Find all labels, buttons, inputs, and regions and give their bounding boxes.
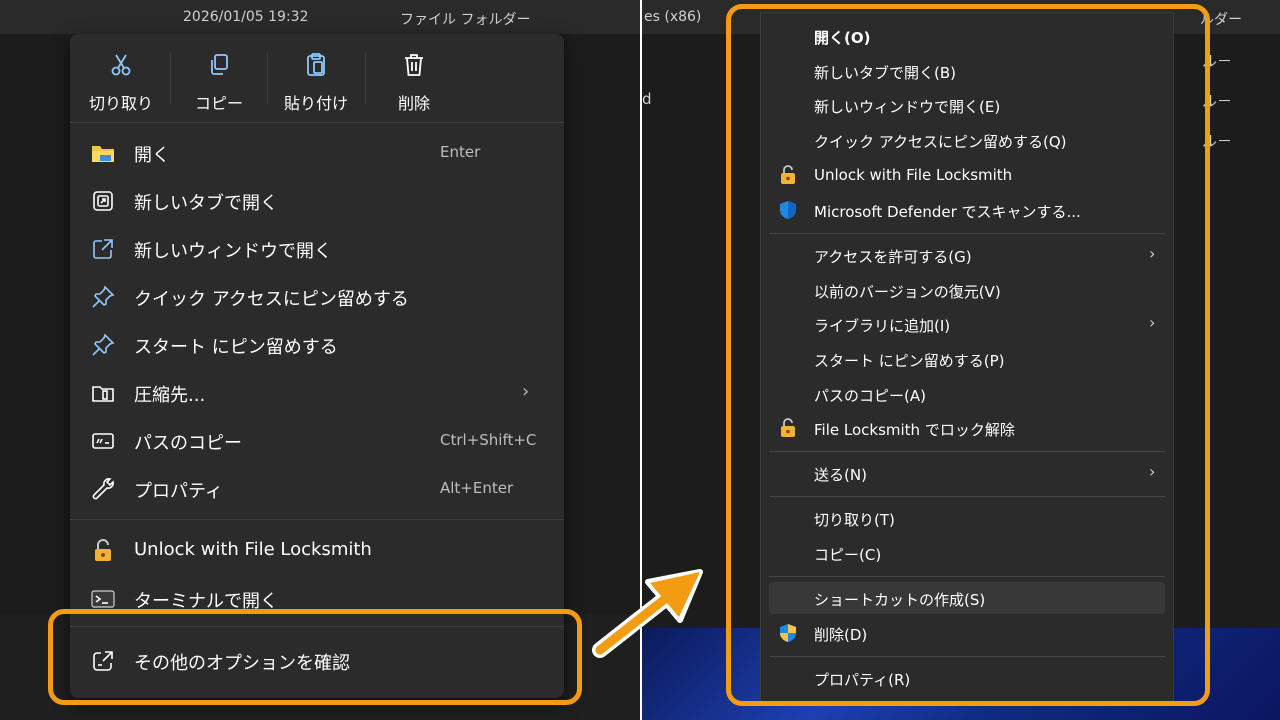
win11-context-menu: 切り取り コピー 貼り付け 削除 開く Enter 新しいタブで開く 新しいウィ… <box>70 34 564 698</box>
compress-icon <box>90 380 116 406</box>
menu-item-open[interactable]: 開く Enter <box>78 130 556 174</box>
paste-label: 貼り付け <box>283 94 348 113</box>
left-explorer-window: 2026/01/05 19:32 ファイル フォルダー 切り取り コピー 貼り付… <box>0 0 640 720</box>
quick-action-bar: 切り取り コピー 貼り付け 削除 <box>70 34 564 122</box>
file-name-fragment: d <box>642 90 652 108</box>
copy-label: コピー <box>194 94 243 113</box>
menu-item-copy-path[interactable]: パスのコピー Ctrl+Shift+C <box>78 418 556 462</box>
pin-quick-access-label: クイック アクセスにピン留めする <box>134 289 409 310</box>
paste-icon <box>267 52 365 78</box>
open-new-tab-label: 新しいタブで開く <box>134 193 278 214</box>
menu-item-open-new-window[interactable]: 新しいウィンドウで開く <box>78 226 556 270</box>
unlock-locksmith-label: Unlock with File Locksmith <box>134 539 372 560</box>
file-list-header-row: 2026/01/05 19:32 ファイル フォルダー <box>0 0 640 34</box>
menu-item-pin-quick-access[interactable]: クイック アクセスにピン留めする <box>78 274 556 318</box>
new-tab-icon <box>90 188 116 214</box>
file-modified-date: 2026/01/05 19:32 <box>183 9 309 25</box>
wrench-icon <box>90 476 116 502</box>
properties-shortcut: Alt+Enter <box>440 479 514 497</box>
right-explorer-window: es (x86) ルダー d ル－ ル－ ル－ 開く(O) 新しいタブで開く(B… <box>642 0 1280 720</box>
copy-icon <box>170 52 268 78</box>
folder-name-fragment: es (x86) <box>644 9 702 25</box>
cut-label: 切り取り <box>88 94 153 113</box>
delete-button[interactable]: 削除 <box>365 34 463 122</box>
compress-label: 圧縮先... <box>134 385 206 406</box>
highlight-frame-more-options <box>48 609 582 705</box>
pin-icon <box>90 284 116 310</box>
menu-separator <box>70 519 564 520</box>
pin-icon <box>90 332 116 358</box>
highlight-frame-classic-menu <box>726 4 1210 706</box>
chevron-right-icon: › <box>522 381 530 402</box>
menu-item-properties[interactable]: プロパティ Alt+Enter <box>78 466 556 510</box>
new-window-icon <box>90 236 116 262</box>
file-type: ファイル フォルダー <box>400 12 531 28</box>
copy-path-label: パスのコピー <box>134 433 242 454</box>
menu-item-unlock-locksmith[interactable]: Unlock with File Locksmith <box>78 528 556 572</box>
trash-icon <box>365 52 463 78</box>
unlock-icon <box>90 538 116 564</box>
menu-separator <box>70 122 564 123</box>
open-label: 開く <box>134 145 170 166</box>
cut-button[interactable]: 切り取り <box>72 34 170 122</box>
folder-icon <box>90 140 116 166</box>
copy-button[interactable]: コピー <box>170 34 268 122</box>
delete-label: 削除 <box>397 94 430 113</box>
properties-label: プロパティ <box>134 481 223 502</box>
menu-item-open-new-tab[interactable]: 新しいタブで開く <box>78 178 556 222</box>
open-new-window-label: 新しいウィンドウで開く <box>134 241 332 262</box>
scissors-icon <box>72 52 170 78</box>
menu-item-pin-start[interactable]: スタート にピン留めする <box>78 322 556 366</box>
copy-path-icon <box>90 428 116 454</box>
copy-path-shortcut: Ctrl+Shift+C <box>440 431 537 449</box>
menu-item-compress[interactable]: 圧縮先... › <box>78 370 556 414</box>
open-shortcut: Enter <box>440 143 481 161</box>
paste-button[interactable]: 貼り付け <box>267 34 365 122</box>
pin-start-label: スタート にピン留めする <box>134 337 338 358</box>
